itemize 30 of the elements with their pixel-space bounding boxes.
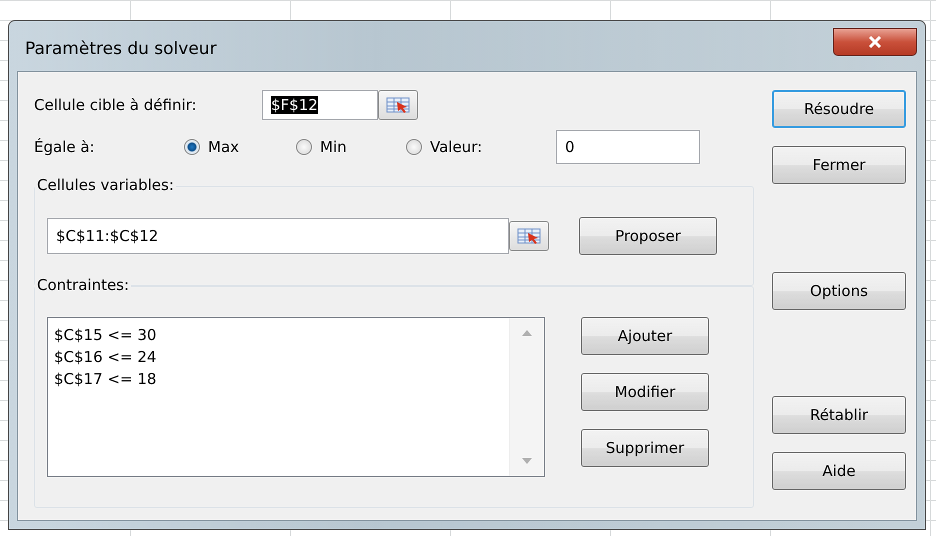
range-select-button[interactable] — [509, 221, 549, 251]
close-icon — [868, 36, 882, 48]
dialog-button[interactable]: Résoudre — [772, 90, 906, 128]
constraint-button[interactable]: Modifier — [581, 373, 709, 411]
dialog-button[interactable]: Aide — [772, 452, 906, 490]
target-cell-field[interactable]: $F$12 — [262, 90, 378, 120]
range-select-icon — [517, 227, 541, 245]
radio-option[interactable]: Valeur: — [406, 138, 556, 156]
window-title: Paramètres du solveur — [25, 39, 218, 59]
target-cell-label: Cellule cible à définir: — [34, 96, 198, 114]
variable-cells-field[interactable]: $C$11:$C$12 — [47, 218, 509, 254]
equal-to-label: Égale à: — [34, 138, 96, 156]
dialog-button[interactable]: Options — [772, 272, 906, 310]
constraint-item[interactable]: $C$15 <= 30 — [54, 324, 503, 346]
range-select-icon — [386, 96, 410, 114]
constraint-item[interactable]: $C$16 <= 24 — [54, 346, 503, 368]
range-select-button[interactable] — [378, 90, 418, 120]
scroll-down-icon — [522, 458, 532, 464]
constraints-list[interactable]: $C$15 <= 30 $C$16 <= 24 $C$17 <= 18 — [47, 317, 545, 477]
dialog-button[interactable]: Fermer — [772, 146, 906, 184]
radio-option[interactable]: Min — [296, 138, 406, 156]
close-button[interactable] — [833, 28, 917, 56]
scroll-up-icon — [522, 330, 532, 336]
dialog-button[interactable]: Rétablir — [772, 396, 906, 434]
constraint-button[interactable]: Ajouter — [581, 317, 709, 355]
proposer-button[interactable]: Proposer — [579, 217, 717, 255]
constraint-button[interactable]: Supprimer — [581, 429, 709, 467]
constraint-item[interactable]: $C$17 <= 18 — [54, 368, 503, 390]
radio-option[interactable]: Max — [184, 138, 296, 156]
value-field[interactable]: 0 — [556, 130, 700, 164]
